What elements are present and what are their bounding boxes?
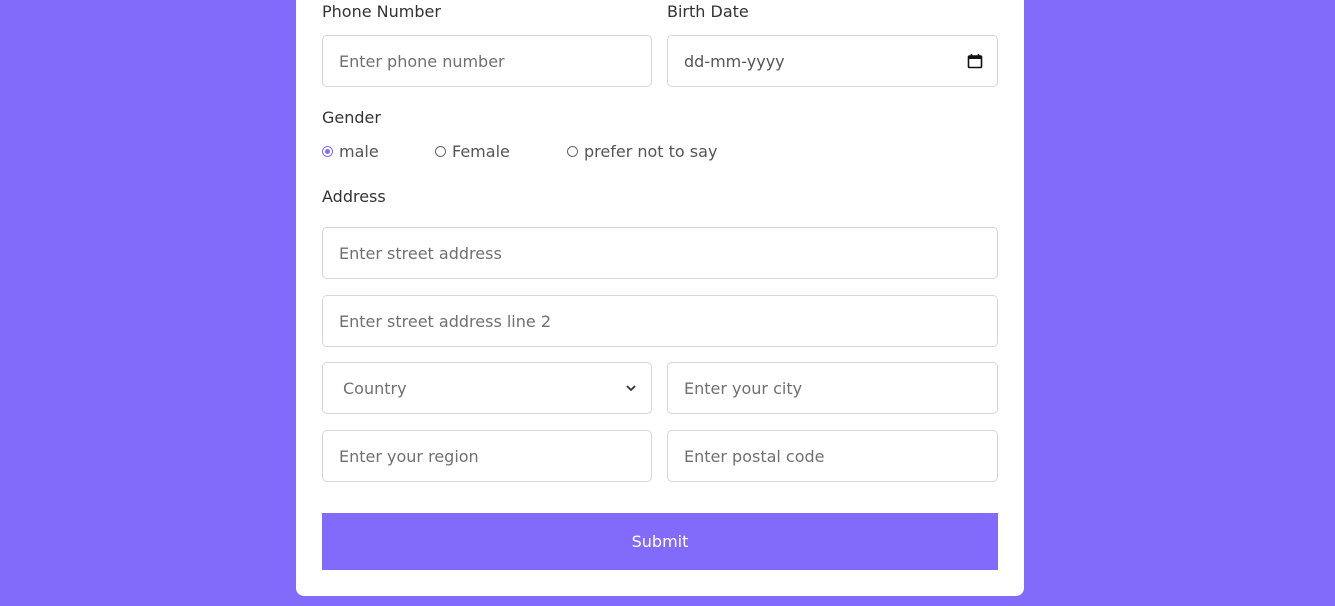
gender-option-prefer-not-to-say[interactable]: prefer not to say bbox=[567, 142, 717, 161]
city-placeholder: Enter your city bbox=[684, 378, 803, 398]
region-placeholder: Enter your region bbox=[339, 446, 479, 466]
street-address-line2-placeholder: Enter street address line 2 bbox=[339, 311, 551, 331]
radio-unchecked-icon[interactable] bbox=[435, 146, 446, 157]
calendar-icon[interactable] bbox=[967, 53, 983, 69]
gender-label: Gender bbox=[322, 108, 381, 127]
city-input[interactable]: Enter your city bbox=[667, 362, 998, 414]
country-select[interactable]: Country bbox=[322, 362, 652, 414]
gender-option-label: prefer not to say bbox=[584, 142, 718, 161]
gender-radio-group: male Female prefer not to say bbox=[322, 142, 822, 162]
phone-number-label: Phone Number bbox=[322, 2, 441, 21]
registration-form-card: Phone Number Enter phone number Birth Da… bbox=[296, 0, 1024, 596]
street-address-input[interactable]: Enter street address bbox=[322, 227, 998, 279]
postal-code-input[interactable]: Enter postal code bbox=[667, 430, 998, 482]
country-selected-value: Country bbox=[343, 378, 407, 398]
phone-number-placeholder: Enter phone number bbox=[339, 51, 505, 71]
radio-checked-icon[interactable] bbox=[322, 146, 333, 157]
birth-date-input[interactable]: dd-mm-yyyy bbox=[667, 35, 998, 87]
gender-option-label: Female bbox=[452, 142, 510, 161]
birth-date-label: Birth Date bbox=[667, 2, 749, 21]
street-address-placeholder: Enter street address bbox=[339, 243, 502, 263]
region-input[interactable]: Enter your region bbox=[322, 430, 652, 482]
gender-option-male[interactable]: male bbox=[322, 142, 379, 161]
birth-date-placeholder: dd-mm-yyyy bbox=[684, 51, 785, 71]
radio-unchecked-icon[interactable] bbox=[567, 146, 578, 157]
gender-option-female[interactable]: Female bbox=[435, 142, 510, 161]
street-address-line2-input[interactable]: Enter street address line 2 bbox=[322, 295, 998, 347]
submit-button[interactable]: Submit bbox=[322, 513, 998, 570]
address-label: Address bbox=[322, 187, 386, 206]
phone-number-input[interactable]: Enter phone number bbox=[322, 35, 652, 87]
chevron-down-icon[interactable] bbox=[625, 382, 637, 394]
gender-option-label: male bbox=[339, 142, 379, 161]
postal-code-placeholder: Enter postal code bbox=[684, 446, 825, 466]
